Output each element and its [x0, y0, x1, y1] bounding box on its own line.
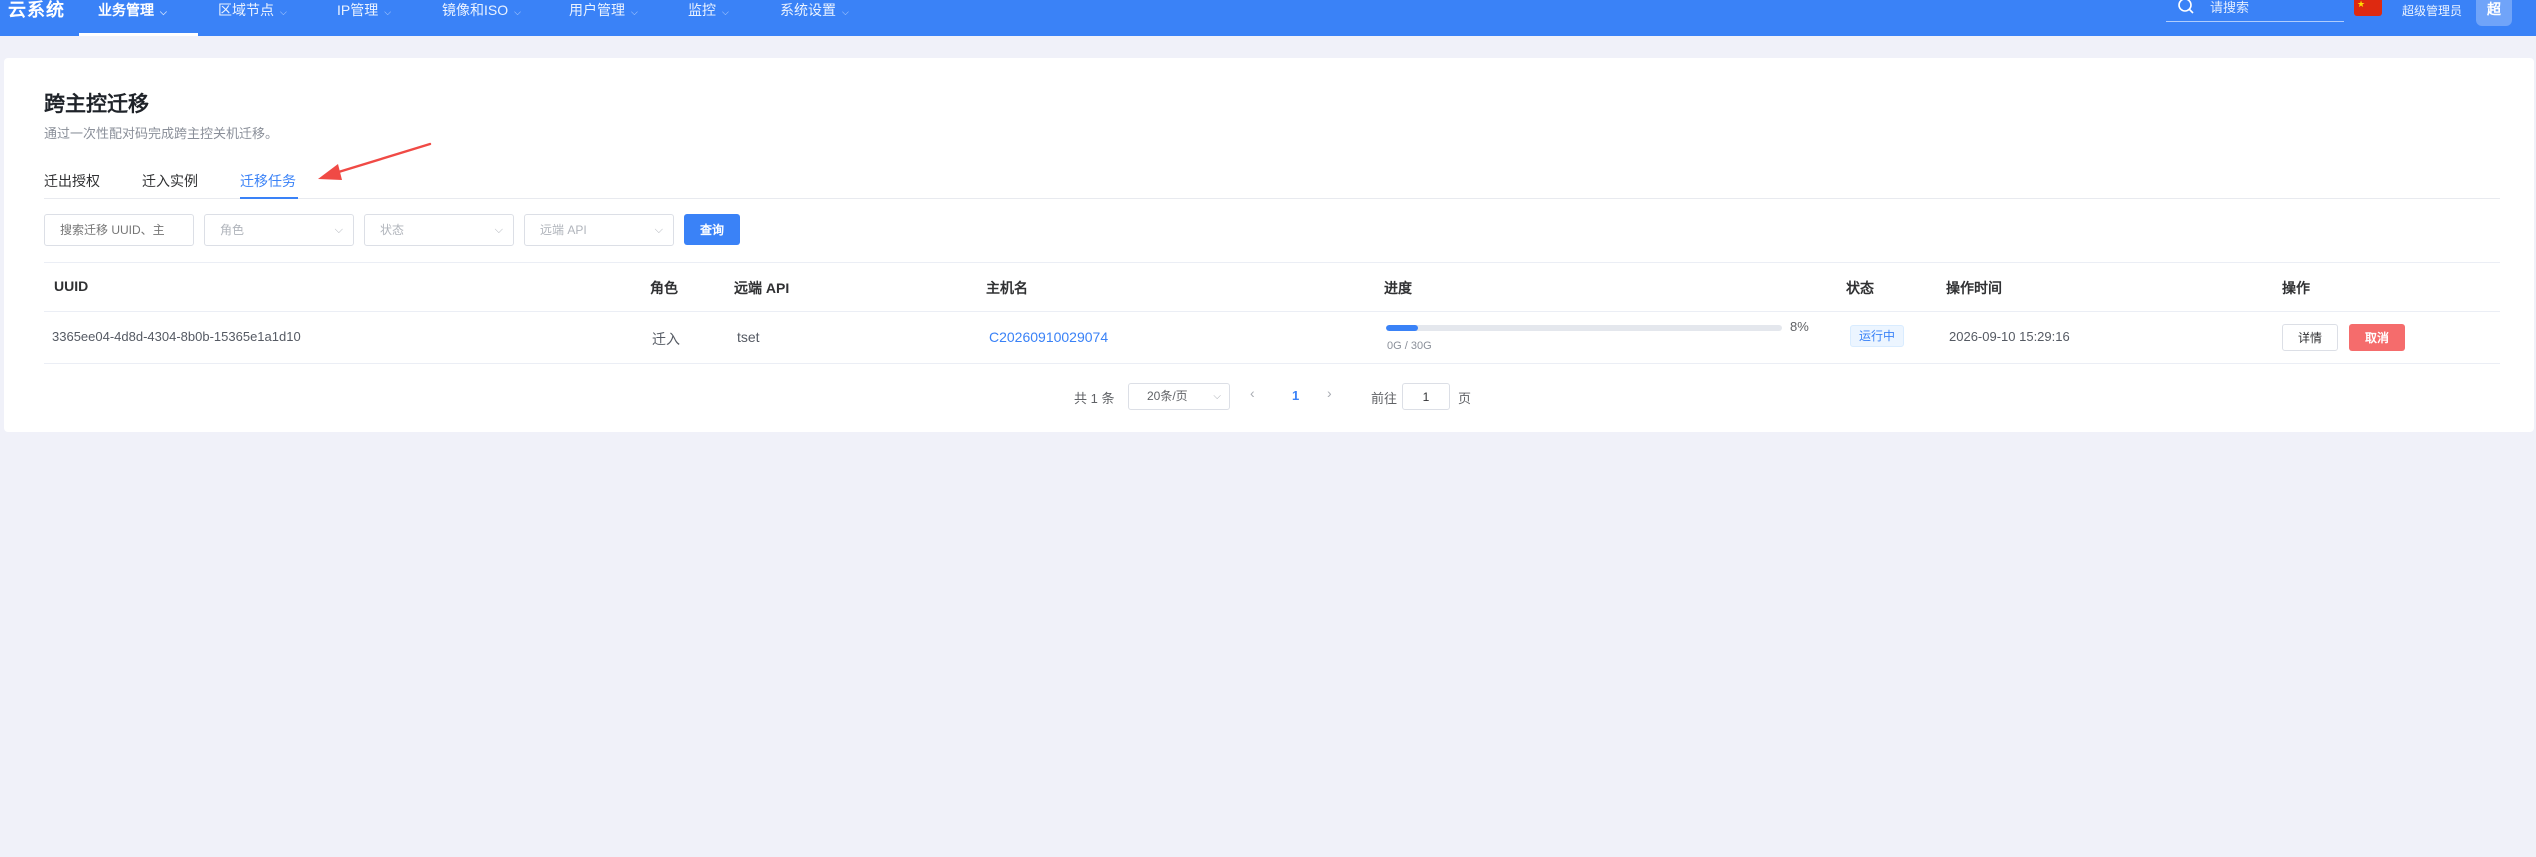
table-row: 3365ee04-4d8d-4304-8b0b-15365e1a1d10 迁入 … — [44, 312, 2500, 364]
detail-button[interactable]: 详情 — [2282, 324, 2338, 351]
chevron-down-icon: ⌵ — [654, 224, 663, 236]
active-tab-indicator — [240, 197, 298, 199]
cell-role: 迁入 — [652, 331, 680, 347]
chevron-down-icon: ⌵ — [384, 7, 392, 17]
status-select[interactable]: 状态 ⌵ — [364, 214, 514, 246]
search-placeholder: 请搜索 — [2210, 0, 2250, 15]
top-navbar: 云系统 业务管理 ⌵ 区域节点 ⌵ IP管理 ⌵ 镜像和ISO ⌵ 用户管理 ⌵ 监控 ⌵ … — [0, 0, 2536, 36]
column-header-status: 状态 — [1846, 280, 1874, 296]
nav-item-label: 用户管理 — [569, 2, 625, 18]
progress-percent: 8% — [1790, 319, 1809, 334]
brand-logo[interactable]: 云系统 — [8, 0, 65, 22]
page-description: 通过一次性配对码完成跨主控关机迁移。 — [44, 126, 279, 141]
admin-username[interactable]: 超级管理员 — [2402, 2, 2462, 19]
column-header-uuid: UUID — [54, 278, 89, 294]
nav-item-label: 业务管理 — [98, 2, 154, 18]
chevron-down-icon: ⌵ — [494, 224, 503, 236]
tab-migration-tasks[interactable]: 迁移任务 — [240, 171, 296, 191]
nav-item-region-nodes[interactable]: 区域节点 ⌵ — [218, 0, 287, 36]
chevron-down-icon: ⌵ — [160, 7, 167, 17]
table-header: UUID 角色 远端 API 主机名 进度 状态 操作时间 操作 — [44, 262, 2500, 312]
progress-bar-fill — [1386, 325, 1418, 331]
remote-api-select[interactable]: 远端 API ⌵ — [524, 214, 674, 246]
language-flag-icon[interactable]: ★ — [2354, 0, 2382, 16]
page-title: 跨主控迁移 — [44, 93, 149, 116]
column-header-time: 操作时间 — [1946, 280, 2002, 296]
column-header-progress: 进度 — [1384, 280, 1412, 296]
nav-item-label: 系统设置 — [780, 2, 836, 18]
nav-item-business[interactable]: 业务管理 ⌵ — [98, 0, 167, 36]
progress-bar — [1386, 325, 1782, 331]
status-badge: 运行中 — [1850, 325, 1905, 347]
chevron-down-icon: ⌵ — [334, 224, 343, 236]
nav-item-monitor[interactable]: 监控 ⌵ — [688, 0, 729, 36]
tab-bar: 迁出授权 迁入实例 迁移任务 — [44, 171, 2500, 199]
column-header-actions: 操作 — [2282, 280, 2310, 296]
tab-export-authorization[interactable]: 迁出授权 — [44, 171, 100, 191]
hostname-link[interactable]: C20260910029074 — [989, 329, 1108, 345]
goto-label: 前往 — [1371, 391, 1398, 406]
star-icon: ★ — [2357, 0, 2366, 9]
active-nav-indicator — [79, 33, 198, 36]
prev-page-icon[interactable]: ‹ — [1250, 385, 1255, 401]
cell-time: 2026-09-10 15:29:16 — [1949, 329, 2070, 344]
nav-item-users[interactable]: 用户管理 ⌵ — [569, 0, 638, 36]
nav-item-settings[interactable]: 系统设置 ⌵ — [780, 0, 849, 36]
cell-remote-api: tset — [737, 329, 760, 345]
column-header-remote-api: 远端 API — [734, 280, 790, 296]
page-size-value: 20条/页 — [1147, 389, 1188, 403]
cancel-button[interactable]: 取消 — [2349, 324, 2405, 351]
current-page-number[interactable]: 1 — [1292, 388, 1299, 403]
query-button[interactable]: 查询 — [684, 214, 740, 245]
page-size-select[interactable]: 20条/页 ⌵ — [1128, 383, 1230, 410]
pagination-total: 共 1 条 — [1074, 391, 1115, 406]
nav-item-images-iso[interactable]: 镜像和ISO ⌵ — [442, 0, 521, 36]
chevron-down-icon: ⌵ — [631, 7, 638, 17]
chevron-down-icon: ⌵ — [722, 7, 729, 17]
global-search-input[interactable]: 请搜索 — [2166, 0, 2344, 22]
avatar[interactable]: 超 — [2476, 0, 2512, 26]
progress-detail: 0G / 30G — [1387, 340, 1432, 352]
nav-item-label: 区域节点 — [218, 2, 274, 18]
uuid-search-input[interactable] — [44, 214, 194, 246]
chevron-down-icon: ⌵ — [842, 7, 849, 17]
cell-uuid: 3365ee04-4d8d-4304-8b0b-15365e1a1d10 — [52, 329, 301, 344]
nav-item-ip[interactable]: IP管理 ⌵ — [337, 0, 391, 36]
column-header-role: 角色 — [650, 280, 678, 296]
column-header-hostname: 主机名 — [986, 280, 1028, 296]
chevron-down-icon: ⌵ — [1213, 391, 1221, 402]
chevron-down-icon: ⌵ — [280, 7, 287, 17]
nav-item-label: 监控 — [688, 2, 716, 18]
goto-page-input[interactable] — [1402, 383, 1450, 410]
main-card: 跨主控迁移 通过一次性配对码完成跨主控关机迁移。 迁出授权 迁入实例 迁移任务 … — [4, 58, 2534, 432]
nav-item-label: IP管理 — [337, 2, 379, 18]
remote-api-select-placeholder: 远端 API — [540, 223, 587, 237]
status-select-placeholder: 状态 — [380, 223, 405, 237]
nav-item-label: 镜像和ISO — [442, 2, 509, 18]
role-select-placeholder: 角色 — [220, 223, 245, 237]
chevron-down-icon: ⌵ — [514, 7, 521, 17]
tab-imported-instances[interactable]: 迁入实例 — [142, 171, 198, 191]
next-page-icon[interactable]: › — [1327, 385, 1332, 401]
role-select[interactable]: 角色 ⌵ — [204, 214, 354, 246]
page-suffix-label: 页 — [1458, 391, 1472, 406]
search-icon — [2178, 0, 2194, 18]
